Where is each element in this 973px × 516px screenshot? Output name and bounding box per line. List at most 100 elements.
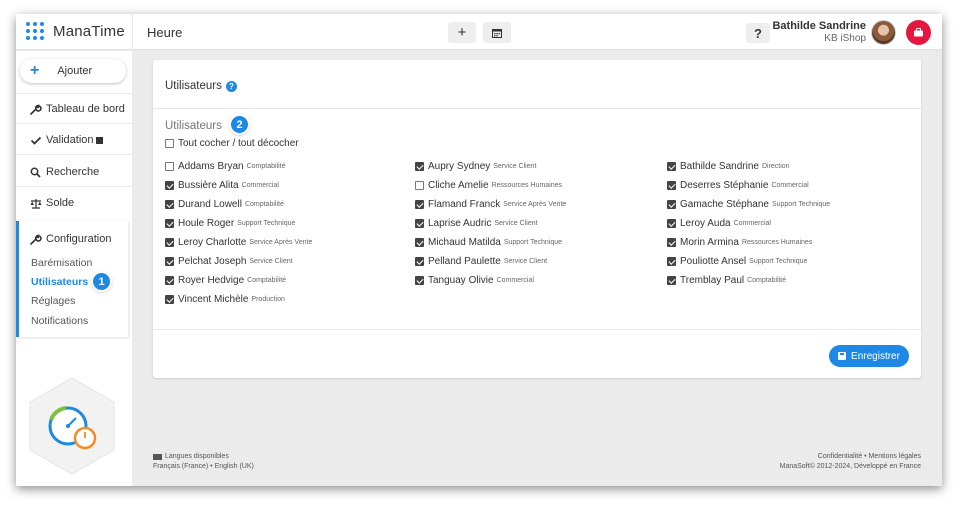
user-checkbox-row[interactable]: Addams Bryan Comptabilité xyxy=(165,161,286,172)
user-name[interactable]: Bathilde Sandrine xyxy=(772,20,866,32)
topbar-divider xyxy=(132,14,133,50)
user-name-label: Morin Armina xyxy=(680,237,739,248)
checkbox[interactable] xyxy=(415,276,424,285)
plus-icon: + xyxy=(457,24,467,41)
user-checkbox-row[interactable]: Deserres Stéphanie Commercial xyxy=(667,180,809,191)
checkbox[interactable] xyxy=(667,219,676,228)
user-department-label: Comptabilité xyxy=(244,201,284,208)
checkbox[interactable] xyxy=(667,162,676,171)
checkbox[interactable] xyxy=(415,219,424,228)
flag-icon xyxy=(153,454,162,460)
help-button[interactable]: ? xyxy=(746,23,770,43)
sidebar-divider xyxy=(16,123,132,124)
manatime-clock-logo xyxy=(29,377,115,475)
user-checkbox-row[interactable]: Houle Roger Support Technique xyxy=(165,218,295,229)
checkbox[interactable] xyxy=(165,181,174,190)
app-logo[interactable]: ManaTime xyxy=(26,22,125,40)
user-checkbox-row[interactable]: Michaud Matilda Support Technique xyxy=(415,237,562,248)
sidebar-item-utilisateurs[interactable]: Utilisateurs xyxy=(31,276,88,288)
add-entry-button[interactable]: + xyxy=(448,22,476,43)
user-checkbox-row[interactable]: Laprise Audric Service Client xyxy=(415,218,538,229)
checkbox[interactable] xyxy=(667,181,676,190)
user-checkbox-row[interactable]: Tanguay Olivie Commercial xyxy=(415,275,534,286)
sidebar-divider xyxy=(16,154,132,155)
sidebar-item-baremisation[interactable]: Barémisation xyxy=(31,257,92,269)
user-checkbox-row[interactable]: Gamache Stéphane Support Technique xyxy=(667,199,830,210)
checkbox[interactable] xyxy=(165,276,174,285)
page-title: Heure xyxy=(147,25,183,40)
sidebar-item-solde[interactable]: Solde xyxy=(30,197,74,209)
help-circle-icon[interactable]: ? xyxy=(225,80,237,92)
user-checkbox-row[interactable]: Leroy Charlotte Service Après Vente xyxy=(165,237,312,248)
sidebar-item-validation[interactable]: Validation xyxy=(30,134,103,146)
balance-icon xyxy=(30,198,42,209)
checkbox[interactable] xyxy=(667,257,676,266)
sidebar-divider xyxy=(16,93,132,94)
checkbox[interactable] xyxy=(165,162,174,171)
user-name-label: Gamache Stéphane xyxy=(680,199,769,210)
user-department-label: Comptabilité xyxy=(747,277,787,284)
user-checkbox-row[interactable]: Morin Armina Ressources Humaines xyxy=(667,237,812,248)
user-name-label: Flamand Franck xyxy=(428,199,501,210)
add-button[interactable]: + Ajouter xyxy=(20,59,126,83)
checkbox[interactable] xyxy=(415,162,424,171)
sidebar-item-label: Recherche xyxy=(46,166,100,178)
user-name-label: Pelchat Joseph xyxy=(178,256,247,267)
user-name-label: Deserres Stéphanie xyxy=(680,180,769,191)
panel-divider xyxy=(153,108,921,109)
user-name-label: Pouliotte Ansel xyxy=(680,256,747,267)
user-checkbox-row[interactable]: Durand Lowell Comptabilité xyxy=(165,199,284,210)
checkbox[interactable] xyxy=(165,139,174,148)
user-department-label: Service Client xyxy=(503,258,548,265)
user-name-label: Leroy Charlotte xyxy=(178,237,247,248)
alert-button[interactable] xyxy=(906,20,931,45)
sidebar-item-recherche[interactable]: Recherche xyxy=(30,166,99,178)
sidebar-item-notifications[interactable]: Notifications xyxy=(31,315,88,327)
calendar-button[interactable] xyxy=(483,22,511,43)
briefcase-icon xyxy=(914,28,923,37)
checkbox[interactable] xyxy=(667,238,676,247)
sidebar-divider xyxy=(16,186,132,187)
configuration-title[interactable]: Configuration xyxy=(30,233,111,245)
user-checkbox-row[interactable]: Aupry Sydney Service Client xyxy=(415,161,536,172)
user-department-label: Service Après Vente xyxy=(249,239,313,246)
user-checkbox-row[interactable]: Pelchat Joseph Service Client xyxy=(165,256,293,267)
user-checkbox-row[interactable]: Vincent Michèle Production xyxy=(165,294,285,305)
user-checkbox-row[interactable]: Cliche Amelie Ressources Humaines xyxy=(415,180,562,191)
user-checkbox-row[interactable]: Flamand Franck Service Après Vente xyxy=(415,199,566,210)
user-checkbox-row[interactable]: Tremblay Paul Comptabilité xyxy=(667,275,786,286)
checkbox[interactable] xyxy=(415,238,424,247)
user-department-label: Service Client xyxy=(493,163,537,170)
checkbox[interactable] xyxy=(415,257,424,266)
user-name-label: Leroy Auda xyxy=(680,218,731,229)
sidebar-item-reglages[interactable]: Réglages xyxy=(31,295,75,307)
user-checkbox-row[interactable]: Bussière Alita Commercial xyxy=(165,180,279,191)
user-checkbox-row[interactable]: Pouliotte Ansel Support Technique xyxy=(667,256,807,267)
checkbox[interactable] xyxy=(165,238,174,247)
check-icon xyxy=(30,136,42,145)
checkbox[interactable] xyxy=(667,200,676,209)
checkbox[interactable] xyxy=(165,219,174,228)
user-department-label: Ressources Humaines xyxy=(741,239,813,246)
panel-divider xyxy=(153,329,921,330)
checkbox[interactable] xyxy=(165,200,174,209)
checkbox[interactable] xyxy=(415,181,424,190)
avatar[interactable] xyxy=(871,20,896,45)
checkbox[interactable] xyxy=(415,200,424,209)
sidebar-item-tableau-de-bord[interactable]: Tableau de bord xyxy=(30,103,125,115)
user-department-label: Commercial xyxy=(771,182,809,189)
sidebar-item-label: Validation xyxy=(46,134,94,146)
user-checkbox-row[interactable]: Pelland Paulette Service Client xyxy=(415,256,547,267)
checkbox[interactable] xyxy=(165,295,174,304)
checkbox[interactable] xyxy=(667,276,676,285)
languages-list[interactable]: Français (France) • English (UK) xyxy=(153,462,254,472)
user-checkbox-row[interactable]: Leroy Auda Commercial xyxy=(667,218,771,229)
checkbox[interactable] xyxy=(165,257,174,266)
user-checkbox-row[interactable]: Bathilde Sandrine Direction xyxy=(667,161,790,172)
user-checkbox-row[interactable]: Royer Hedvige Comptabilité xyxy=(165,275,286,286)
calendar-icon xyxy=(492,28,502,38)
legal-links[interactable]: Confidentialité • Mentions légales xyxy=(780,452,921,462)
users-panel: Utilisateurs ? Utilisateurs 2 Tout coche… xyxy=(153,60,921,378)
save-button[interactable]: Enregistrer xyxy=(829,345,909,367)
toggle-all-checkbox[interactable]: Tout cocher / tout décocher xyxy=(165,138,299,149)
